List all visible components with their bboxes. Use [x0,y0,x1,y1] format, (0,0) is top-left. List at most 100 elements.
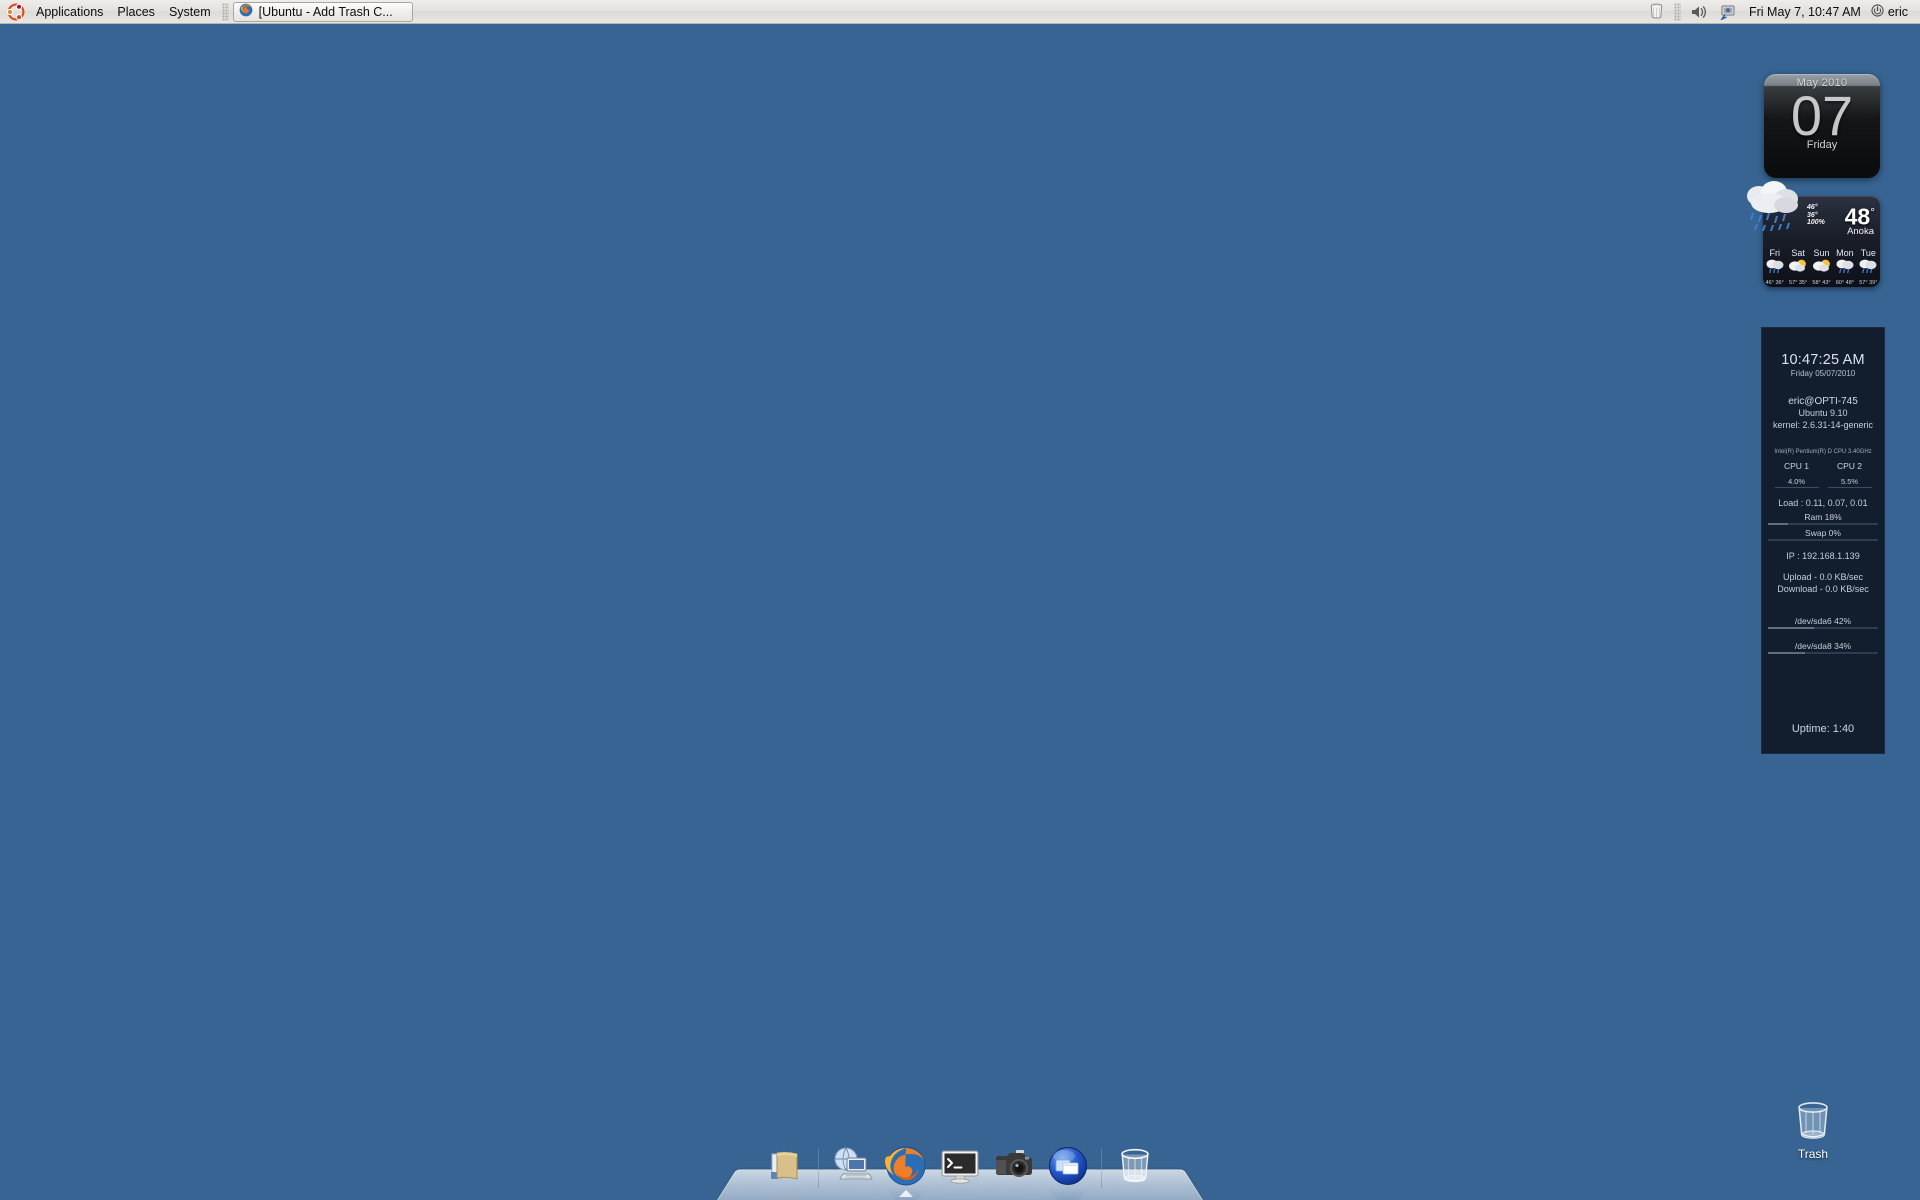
conky-download-rate: Download - 0.0 KB/sec [1777,584,1869,594]
conky-ram-fill [1768,523,1788,525]
dock-item-windows[interactable] [1046,1144,1090,1200]
dock-item-camera[interactable] [992,1144,1036,1191]
calendar-weekday: Friday [1806,139,1838,151]
dock-separator [1101,1148,1102,1188]
conky-kernel: kernel: 2.6.31-14-generic [1772,420,1874,430]
forecast-day-name: Mon [1836,248,1854,258]
conky-date: Friday 05/07/2010 [1790,369,1856,378]
conky-cpu-1-bar [1774,487,1819,488]
conky-disk-sda8-label: /dev/sda8 34% [1794,641,1852,651]
conky-cpu-model: Intel(R) Pentium(R) D CPU 3.40GHz [1774,449,1872,455]
conky-disk-sda8-fill [1768,652,1806,654]
weather-precip: 100% [1807,219,1825,226]
rain-icon [1858,259,1878,279]
ubuntu-logo[interactable] [6,2,26,22]
taskbar-window-label: [Ubuntu - Add Trash C... [258,4,393,19]
conky-ram-track [1768,523,1878,525]
conky-cpu-2: CPU 2 5.5% [1827,461,1872,488]
weather-minmax: 46° 36° 100% [1807,204,1825,227]
forecast-day-temps: 58° 43° [1812,280,1831,286]
rain-icon [1765,259,1785,279]
top-panel-left: Applications Places System [Ubuntu - Add… [0,0,413,23]
conky-ip-address: IP : 192.168.1.139 [1786,551,1860,561]
forecast-day[interactable]: Tue 57° 39° [1857,248,1880,287]
desktop-icon-trash-label: Trash [1797,1147,1829,1161]
conky-cpu-1: CPU 1 4.0% [1774,461,1819,488]
dock-item-terminal[interactable] [938,1144,982,1188]
power-icon [1871,3,1884,20]
conky-disk-sda6-label: /dev/sda6 42% [1794,616,1852,626]
network-monitor-icon[interactable] [1715,1,1741,23]
weather-high: 46° [1807,204,1818,211]
conky-cpu-group: CPU 1 4.0% CPU 2 5.5% [1762,461,1884,488]
conky-cpu-2-pct: 5.5% [1840,477,1859,486]
conky-disk-sda8-row: /dev/sda8 34% [1768,641,1878,654]
conky-cpu-1-pct: 4.0% [1787,477,1806,486]
forecast-day[interactable]: Mon 60° 48° [1833,248,1856,287]
dock-item-firefox[interactable] [884,1144,928,1200]
partly-sunny-icon [1788,259,1808,279]
taskbar-window-button[interactable]: [Ubuntu - Add Trash C... [232,1,413,22]
conky-ram-row: Ram 18% [1768,512,1878,525]
conky-swap-label: Swap 0% [1805,528,1841,538]
conky-ram-label: Ram 18% [1804,512,1842,522]
conky-disk-sda6-track [1768,627,1878,629]
panel-clock[interactable]: Fri May 7, 10:47 AM [1743,5,1867,19]
conky-clock: 10:47:25 AM [1781,352,1865,368]
weather-current-temp: 48° [1845,201,1875,229]
volume-icon[interactable] [1687,1,1713,23]
forecast-day-name: Sun [1813,248,1830,258]
forecast-day-temps: 57° 39° [1859,280,1878,286]
panel-grip-handle[interactable] [221,2,229,21]
desktop-icon-trash[interactable]: Trash [1775,1098,1851,1161]
forecast-day-name: Tue [1860,248,1876,258]
trash-applet-icon[interactable] [1645,1,1668,23]
forecast-day[interactable]: Sun 58° 43° [1810,248,1833,287]
forecast-day-temps: 46° 36° [1765,280,1784,286]
menu-places[interactable]: Places [110,2,162,22]
conky-swap-track [1768,539,1878,541]
dock [717,1136,1203,1200]
conky-disk-sda6-row: /dev/sda6 42% [1768,616,1878,629]
menu-system[interactable]: System [162,2,218,22]
weather-current: 46° 36° 100% 48° Anoka [1747,181,1880,246]
weather-forecast: Fri 46° 36° Sat 57° 35° Sun 58° 43° Mon … [1763,248,1880,287]
top-panel: Applications Places System [Ubuntu - Add… [0,0,1920,24]
forecast-day[interactable]: Sat 57° 35° [1786,248,1809,287]
dock-item-trash[interactable] [1113,1144,1157,1188]
forecast-day-name: Sat [1791,248,1805,258]
conky-uptime: Uptime: 1:40 [1791,723,1855,735]
forecast-day-temps: 57° 35° [1789,280,1808,286]
user-menu[interactable]: eric [1869,3,1914,20]
trash-icon [1790,1098,1836,1144]
system-monitor-widget: 10:47:25 AM Friday 05/07/2010 eric@OPTI-… [1761,327,1885,754]
dock-item-files[interactable] [763,1144,807,1198]
top-panel-right: Fri May 7, 10:47 AM eric [1645,0,1920,23]
calendar-day-number: 07 [1790,84,1854,147]
conky-disk-sda8-track [1768,652,1878,654]
conky-load-average: Load : 0.11, 0.07, 0.01 [1778,498,1868,508]
rain-icon [1835,259,1855,279]
conky-hostname: eric@OPTI-745 [1788,396,1858,407]
rain-cloud-icon [1741,180,1807,234]
forecast-day[interactable]: Fri 46° 36° [1763,248,1786,287]
dock-separator [818,1148,819,1188]
user-name-label: eric [1887,4,1908,19]
conky-disk-sda6-fill [1768,627,1815,629]
forecast-day-name: Fri [1769,248,1780,258]
conky-cpu-2-bar [1827,487,1872,488]
dock-running-indicator [899,1190,913,1197]
conky-upload-rate: Upload - 0.0 KB/sec [1782,572,1864,582]
dock-item-network[interactable] [830,1144,874,1188]
panel-grip-handle-right[interactable] [1673,2,1681,21]
conky-cpu-1-label: CPU 1 [1783,461,1810,471]
weather-low: 36° [1807,211,1818,219]
menu-applications[interactable]: Applications [29,2,110,22]
weather-widget[interactable]: 46° 36° 100% 48° Anoka Fri 46° 36° Sat 5… [1747,181,1880,287]
dock-items [717,1144,1203,1200]
forecast-day-temps: 60° 48° [1835,280,1854,286]
calendar-widget[interactable]: May 2010 07 Friday [1764,74,1880,178]
degree-symbol: ° [1870,205,1875,219]
firefox-icon [239,3,253,20]
conky-swap-row: Swap 0% [1768,528,1878,541]
